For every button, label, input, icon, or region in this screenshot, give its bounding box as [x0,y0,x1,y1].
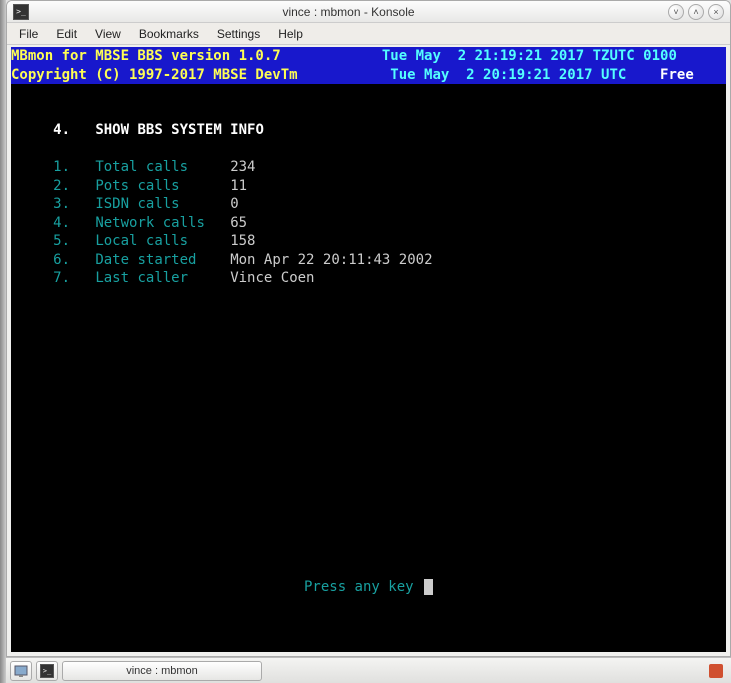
tray-notification-icon[interactable] [709,664,723,678]
row-isdn-calls: 3. ISDN calls 0 [11,195,726,214]
datetime-utc: Tue May 2 20:19:21 2017 UTC [390,67,626,83]
section-number: 4. [53,122,70,138]
minimize-button[interactable]: ˅ [668,4,684,20]
value-network-calls: 65 [230,215,247,231]
prompt-line: Press any key [11,578,726,597]
label-isdn-calls: ISDN calls [95,196,205,212]
value-isdn-calls: 0 [230,196,238,212]
copyright: Copyright (C) 1997-2017 MBSE DevTm [11,67,298,83]
desktop-icon [14,664,28,678]
menu-edit[interactable]: Edit [48,25,85,43]
menu-file[interactable]: File [11,25,46,43]
cursor [424,579,433,595]
free-label: Free [660,67,694,83]
label-total-calls: Total calls [95,159,205,175]
row-local-calls: 5. Local calls 158 [11,232,726,251]
close-button[interactable]: × [708,4,724,20]
titlebar[interactable]: vince : mbmon - Konsole ˅ ˄ × [7,1,730,23]
label-local-calls: Local calls [95,233,205,249]
label-network-calls: Network calls [95,215,205,231]
label-last-caller: Last caller [95,270,205,286]
label-pots-calls: Pots calls [95,178,205,194]
konsole-window: vince : mbmon - Konsole ˅ ˄ × File Edit … [6,0,731,657]
value-local-calls: 158 [230,233,255,249]
value-pots-calls: 11 [230,178,247,194]
value-total-calls: 234 [230,159,255,175]
value-date-started: Mon Apr 22 20:11:43 2002 [230,252,432,268]
menubar: File Edit View Bookmarks Settings Help [7,23,730,45]
window-controls: ˅ ˄ × [668,4,724,20]
app-version: MBmon for MBSE BBS version 1.0.7 [11,48,281,64]
row-pots-calls: 2. Pots calls 11 [11,177,726,196]
datetime-tzutc: Tue May 2 21:19:21 2017 TZUTC 0100 [382,48,677,64]
task-entry-label: vince : mbmon [126,665,198,677]
menu-bookmarks[interactable]: Bookmarks [131,25,207,43]
row-last-caller: 7. Last caller Vince Coen [11,269,726,288]
value-last-caller: Vince Coen [230,270,314,286]
terminal-area[interactable]: MBmon for MBSE BBS version 1.0.7 Tue May… [11,47,726,652]
section-header: 4. SHOW BBS SYSTEM INFO [11,121,726,140]
system-tray [709,664,727,678]
konsole-launcher-button[interactable] [36,661,58,681]
maximize-button[interactable]: ˄ [688,4,704,20]
label-date-started: Date started [95,252,205,268]
task-entry-mbmon[interactable]: vince : mbmon [62,661,262,681]
section-title: SHOW BBS SYSTEM INFO [95,122,264,138]
press-any-key: Press any key [304,579,422,595]
window-title: vince : mbmon - Konsole [35,5,662,19]
row-total-calls: 1. Total calls 234 [11,158,726,177]
menu-settings[interactable]: Settings [209,25,268,43]
terminal-icon [13,4,29,20]
menu-help[interactable]: Help [270,25,311,43]
row-network-calls: 4. Network calls 65 [11,214,726,233]
menu-view[interactable]: View [87,25,129,43]
header-line-2: Copyright (C) 1997-2017 MBSE DevTm Tue M… [11,66,726,85]
taskbar: vince : mbmon [6,657,731,683]
row-date-started: 6. Date started Mon Apr 22 20:11:43 2002 [11,251,726,270]
terminal-icon [40,664,54,678]
header-line-1: MBmon for MBSE BBS version 1.0.7 Tue May… [11,47,726,66]
show-desktop-button[interactable] [10,661,32,681]
